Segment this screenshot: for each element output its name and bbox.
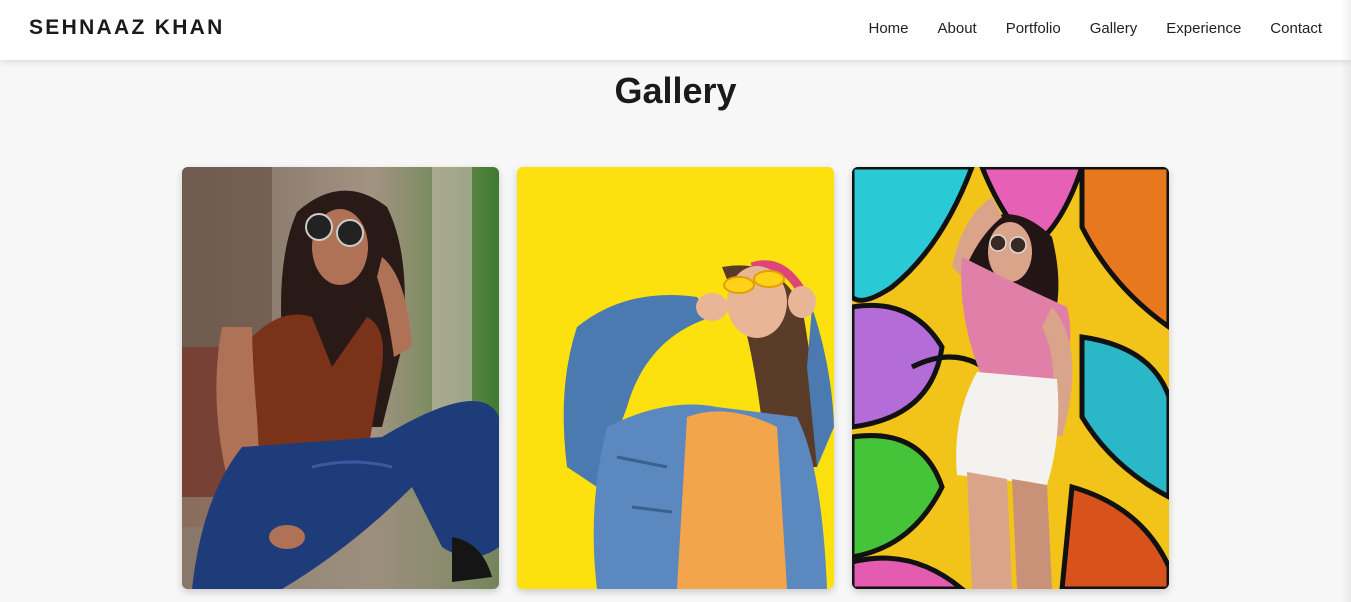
gallery-photo-1[interactable] bbox=[182, 167, 499, 589]
photo-1-image bbox=[182, 167, 499, 589]
nav-menu: Home About Portfolio Gallery Experience … bbox=[868, 20, 1322, 37]
nav-link-gallery[interactable]: Gallery bbox=[1090, 20, 1138, 37]
navbar: SEHNAAZ KHAN Home About Portfolio Galler… bbox=[0, 0, 1351, 60]
gallery-photo-3[interactable] bbox=[852, 167, 1169, 589]
nav-link-experience[interactable]: Experience bbox=[1166, 20, 1241, 37]
photo-2-image bbox=[517, 167, 834, 589]
nav-link-home[interactable]: Home bbox=[868, 20, 908, 37]
nav-link-portfolio[interactable]: Portfolio bbox=[1006, 20, 1061, 37]
scrollbar-edge bbox=[1341, 0, 1351, 602]
gallery-title: Gallery bbox=[614, 70, 737, 111]
photo-3-image bbox=[852, 167, 1169, 589]
nav-link-contact[interactable]: Contact bbox=[1270, 20, 1322, 37]
nav-link-about[interactable]: About bbox=[938, 20, 977, 37]
brand-logo[interactable]: SEHNAAZ KHAN bbox=[29, 16, 225, 40]
gallery-photo-2[interactable] bbox=[517, 167, 834, 589]
gallery-grid bbox=[182, 167, 1169, 589]
